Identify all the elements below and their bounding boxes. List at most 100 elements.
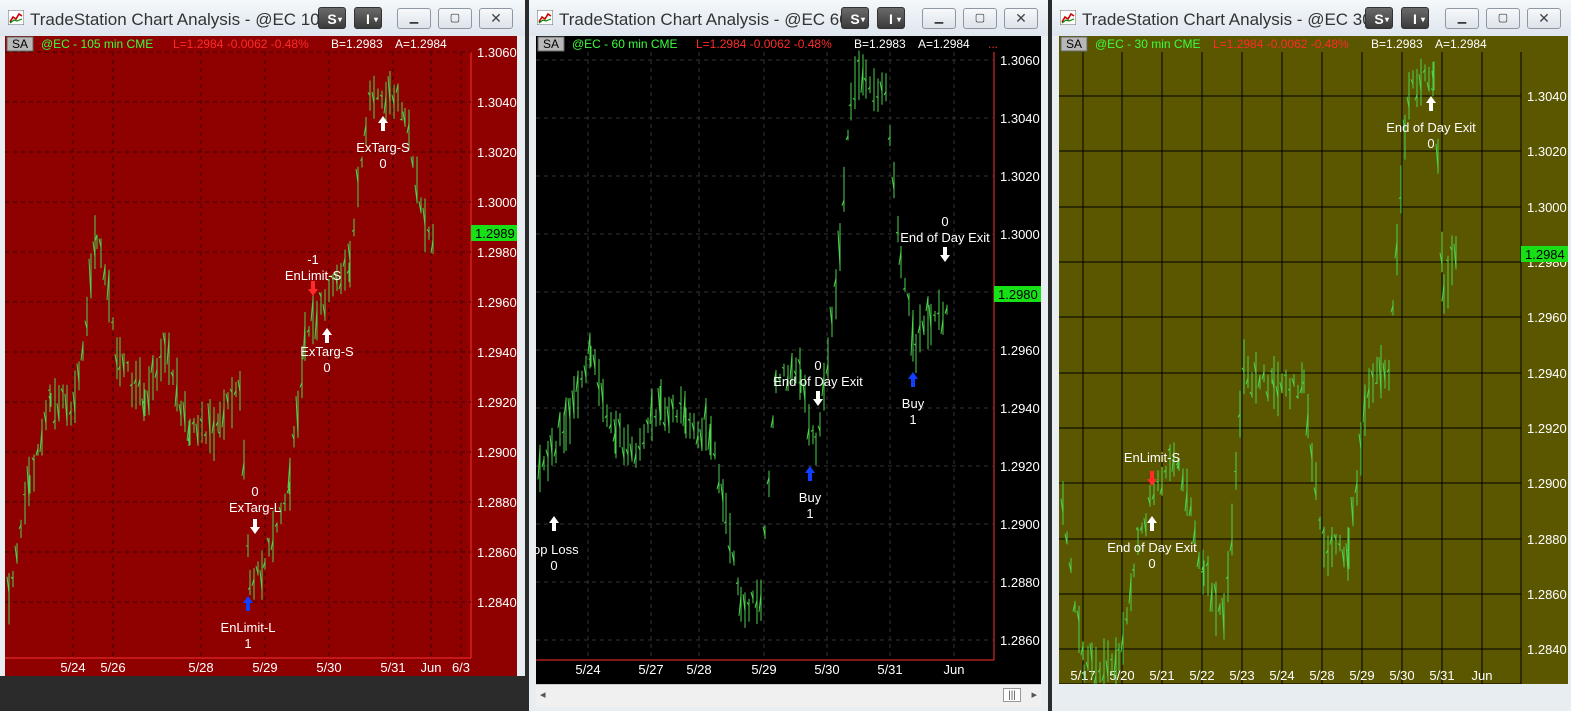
ask-price-label: A=1.2984 [918,37,970,51]
maximize-button[interactable]: ▢ [438,8,472,29]
indicator-menu-button[interactable]: I ▾ [1401,7,1429,29]
x-tick-label: Jun [421,660,442,675]
minimize-button[interactable]: ▁ [922,8,956,29]
maximize-icon: ▢ [1497,12,1509,24]
price-chart-canvas[interactable]: 1.30401.30201.30001.29801.29601.29401.29… [1059,36,1568,684]
price-chart[interactable]: 1.3040 1.3020 1.3000 1.2980 1.2960 1.2940 1.29… [1059,36,1568,684]
last-price-label: L=1.2984 -0.0062 -0.48% [173,37,309,51]
scroll-right-arrow-icon[interactable]: ▸ [1031,688,1037,701]
x-tick-label: 5/28 [188,660,213,675]
strategy-menu-button[interactable]: S ▾ [841,7,869,29]
trade-annotation-label: -1 [307,252,319,267]
y-tick-label: 1.2860 [1000,633,1040,648]
trade-annotation-label: EnLimit-S [1124,450,1181,465]
y-tick-label: 1.2860 [477,545,517,560]
y-tick-label: 1.2860 [1527,587,1567,602]
tradestation-app-icon [537,10,553,25]
close-button[interactable]: ✕ [479,8,513,29]
current-price-label: 1.2984 [1525,247,1565,262]
chevron-down-icon: ▾ [860,15,865,24]
trade-annotation-label: Buy [799,490,822,505]
x-tick-label: 5/26 [100,660,125,675]
strategy-icon: S [1374,11,1384,27]
x-tick-label: 5/31 [1429,668,1454,683]
minimize-button[interactable]: ▁ [1445,8,1479,29]
x-tick-label: 5/30 [316,660,341,675]
y-tick-label: 1.2960 [1000,343,1040,358]
x-tick-label: 5/24 [575,662,600,677]
strategy-menu-button[interactable]: S ▾ [1365,7,1393,29]
chart-background [1059,36,1568,684]
x-tick-label: 5/20 [1109,668,1134,683]
chevron-down-icon: ▾ [896,15,901,24]
strategy-icon: S [850,11,860,27]
price-chart[interactable]: 1.3060 1.3040 1.3020 1.3000 1.2980 1.2960 1.29… [5,36,517,676]
price-bar-open-tick [932,314,936,317]
maximize-button[interactable]: ▢ [1486,8,1520,29]
chevron-down-icon: ▾ [1384,15,1389,24]
trade-annotation-label: 0 [251,484,258,499]
close-icon: ✕ [1015,10,1027,26]
y-tick-label: 1.3060 [1000,53,1040,68]
strategy-menu-button[interactable]: S ▾ [318,7,346,29]
trade-annotation-label: Buy [902,396,925,411]
trade-annotation-label: EnLimit-S [285,268,342,283]
window-title-bar[interactable]: TradeStation Chart Analysis - @EC 30... … [1052,0,1571,36]
y-tick-label: 1.2880 [477,495,517,510]
x-tick-label: Jun [944,662,965,677]
trade-annotation-label: 1 [806,506,813,521]
current-price-label: 1.2989 [475,226,515,241]
close-icon: ✕ [490,10,502,26]
close-button[interactable]: ✕ [1004,8,1038,29]
indicator-icon: I [366,11,370,27]
window-title-bar[interactable]: TradeStation Chart Analysis - @EC 60... … [529,0,1048,36]
maximize-button[interactable]: ▢ [963,8,997,29]
x-tick-label: 5/31 [380,660,405,675]
scroll-left-arrow-icon[interactable]: ◂ [540,688,546,701]
last-price-label: L=1.2984 -0.0062 -0.48% [1213,37,1349,51]
x-tick-label: 5/24 [1269,668,1294,683]
sa-button-label: SA [543,37,559,51]
y-tick-label: 1.2920 [1000,459,1040,474]
chart-background [536,36,1041,684]
minimize-icon: ▁ [1457,12,1467,24]
symbol-label: @EC - 30 min CME [1095,37,1201,51]
symbol-label: @EC - 105 min CME [41,37,153,51]
trade-annotation-label: ExTarg-S [300,344,354,359]
sa-button-label: SA [1066,37,1082,51]
current-price-label: 1.2980 [998,287,1038,302]
window-title-bar[interactable]: TradeStation Chart Analysis - @EC 105...… [0,0,525,36]
price-chart[interactable]: 1.3060 1.3040 1.3020 1.3000 1.2980 1.2960 1.29… [536,36,1041,684]
minimize-icon: ▁ [934,12,944,24]
x-tick-label: 5/24 [60,660,85,675]
price-chart-canvas[interactable]: 1.3060 1.3040 1.3020 1.3000 1.2980 1.2960 1.29… [5,36,517,676]
trade-annotation-label: 0 [550,558,557,573]
header-overflow-label: ... [988,37,998,51]
trade-annotation-label: 1 [244,636,251,651]
ask-price-label: A=1.2984 [1435,37,1487,51]
chevron-down-icon: ▾ [1420,15,1425,24]
minimize-button[interactable]: ▁ [397,8,431,29]
y-tick-label: 1.2920 [477,395,517,410]
indicator-menu-button[interactable]: I ▾ [354,7,382,29]
chart-window-30min: TradeStation Chart Analysis - @EC 30... … [1052,0,1571,711]
trade-annotation-label: End of Day Exit [1386,120,1476,135]
close-button[interactable]: ✕ [1527,8,1561,29]
tradestation-app-icon [8,10,24,25]
maximize-icon: ▢ [449,12,461,24]
window-title: TradeStation Chart Analysis - @EC 30... [1082,10,1386,29]
horizontal-scrollbar[interactable]: ◂ ||| ▸ [536,684,1041,707]
price-chart-canvas[interactable]: 1.3060 1.3040 1.3020 1.3000 1.2980 1.2960 1.29… [536,36,1041,684]
y-tick-label: 1.2840 [1527,642,1567,657]
y-tick-label: 1.3060 [477,45,517,60]
indicator-menu-button[interactable]: I ▾ [877,7,905,29]
trade-annotation-label: 0 [379,156,386,171]
chevron-down-icon: ▾ [337,15,342,24]
chevron-down-icon: ▾ [373,15,378,24]
scroll-grip-handle[interactable]: ||| [1003,688,1021,702]
status-strip [0,676,525,711]
chart-window-60min: TradeStation Chart Analysis - @EC 60... … [529,0,1048,711]
y-tick-label: 1.2840 [477,595,517,610]
y-tick-label: 1.3040 [477,95,517,110]
x-tick-label: 5/23 [1229,668,1254,683]
